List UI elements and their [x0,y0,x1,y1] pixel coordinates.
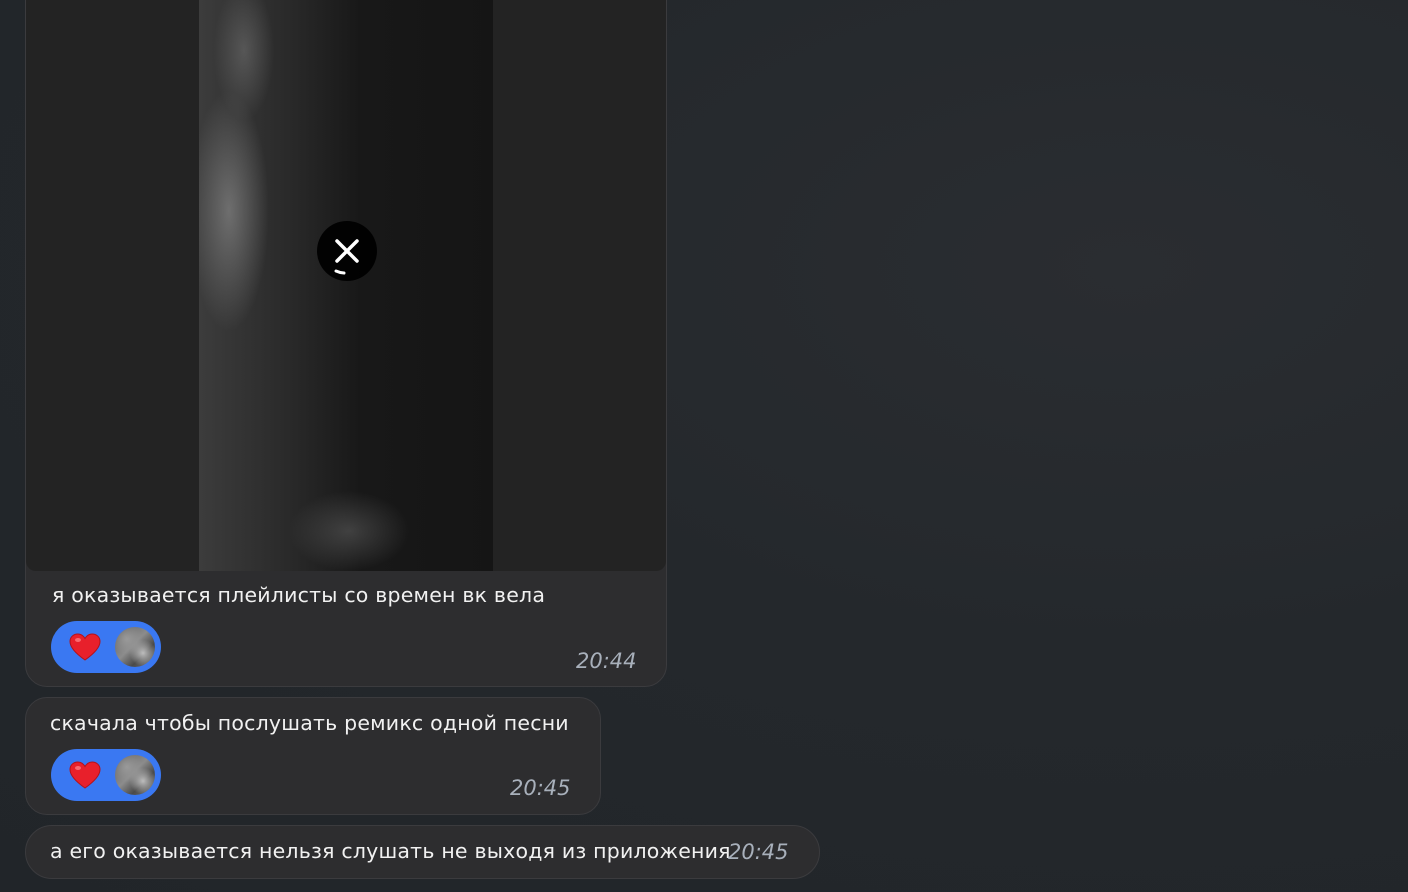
message-text: а его оказывается нельзя слушать не выхо… [50,839,731,863]
cancel-download-button[interactable] [317,221,377,281]
progress-ring [334,269,346,275]
reaction-chip[interactable] [51,621,161,673]
message-timestamp: 20:44 [576,649,637,673]
message-text: скачала чтобы послушать ремикс одной пес… [50,711,569,735]
close-icon [334,239,359,275]
avatar [115,627,155,667]
message-bubble[interactable]: скачала чтобы послушать ремикс одной пес… [25,697,601,815]
video-preview[interactable] [26,0,666,571]
heart-icon [69,633,101,661]
message-timestamp: 20:45 [510,776,571,800]
reaction-chip[interactable] [51,749,161,801]
message-timestamp: 20:45 [728,840,789,864]
heart-icon [69,761,101,789]
message-text: я оказывается плейлисты со времен вк вел… [52,583,546,607]
message-bubble-media[interactable]: я оказывается плейлисты со времен вк вел… [25,0,667,687]
message-bubble[interactable]: а его оказывается нельзя слушать не выхо… [25,825,820,879]
avatar [115,755,155,795]
video-thumbnail-blurred [199,0,493,571]
